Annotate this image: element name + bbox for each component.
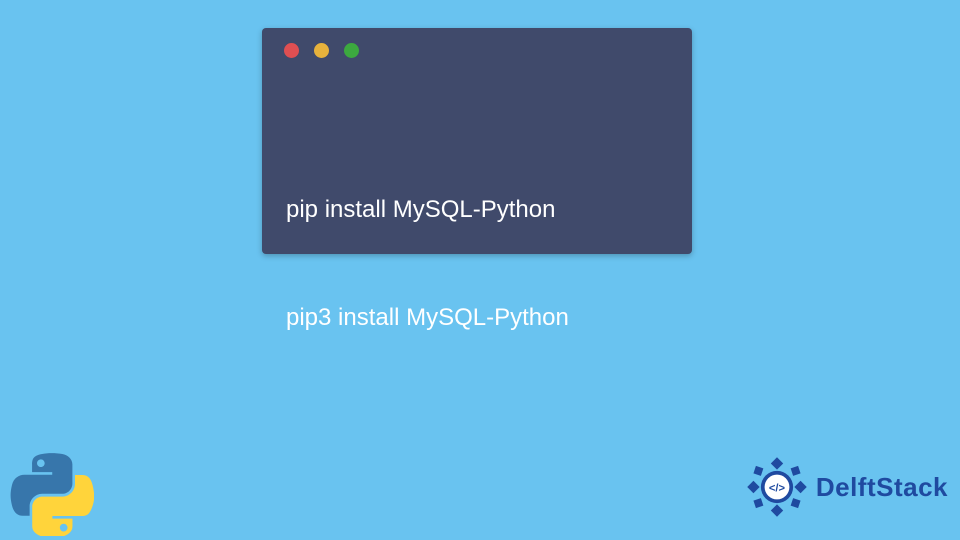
- terminal-body: pip install MySQL-Python pip3 install My…: [262, 72, 692, 408]
- svg-text:</>: </>: [769, 482, 786, 494]
- terminal-line: pip install MySQL-Python: [286, 192, 668, 228]
- minimize-icon: [314, 43, 329, 58]
- maximize-icon: [344, 43, 359, 58]
- python-logo-icon: [10, 452, 94, 536]
- brand: </> DelftStack: [746, 456, 948, 518]
- brand-badge-icon: </>: [746, 456, 808, 518]
- brand-name: DelftStack: [816, 472, 948, 503]
- terminal-line: pip3 install MySQL-Python: [286, 300, 668, 336]
- terminal-window: pip install MySQL-Python pip3 install My…: [262, 28, 692, 254]
- close-icon: [284, 43, 299, 58]
- terminal-titlebar: [262, 28, 692, 72]
